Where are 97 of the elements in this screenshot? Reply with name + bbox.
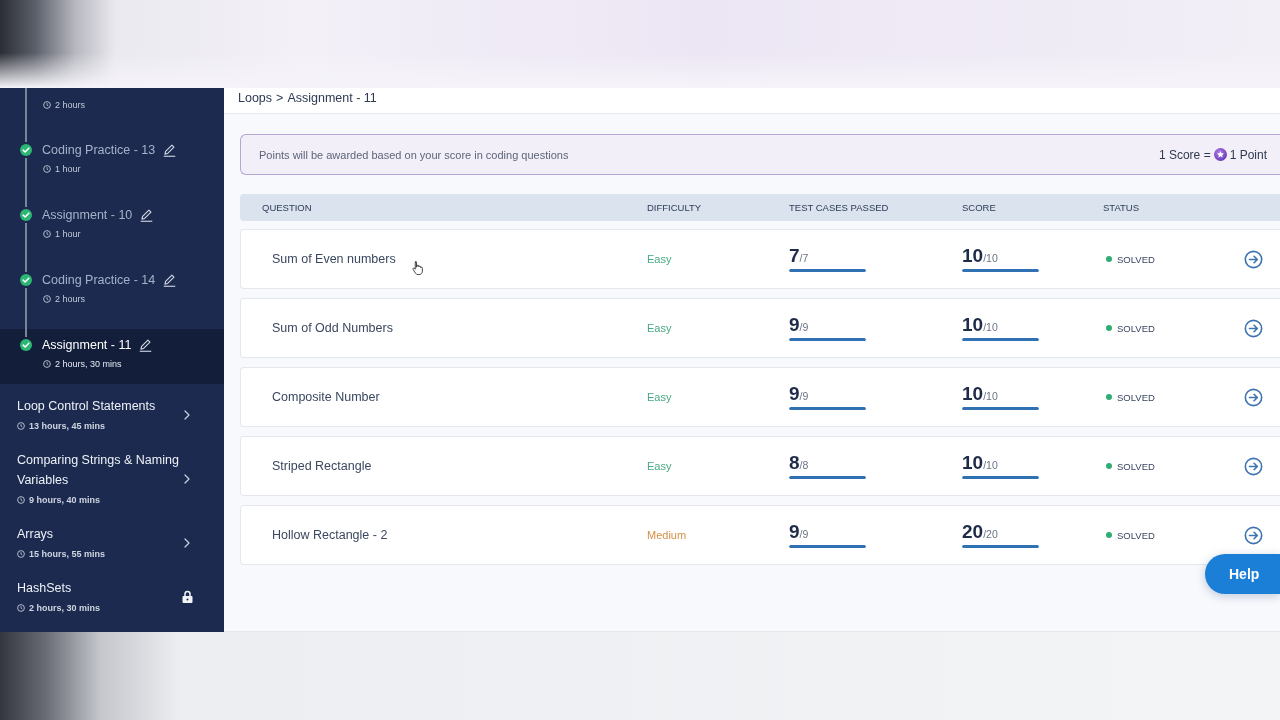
clock-icon [17, 604, 25, 612]
clock-icon [43, 360, 51, 368]
pencil-icon[interactable] [140, 208, 154, 222]
tests-passed-value: 9 [789, 384, 800, 404]
section-duration: 9 hours, 40 mins [29, 494, 101, 507]
status-dot-icon [1106, 256, 1112, 262]
status-dot-icon [1106, 325, 1112, 331]
question-title: Striped Rectangle [272, 459, 372, 473]
score-max-value: /10 [983, 321, 998, 335]
tests-passed-value: 9 [789, 315, 800, 335]
column-header: SCORE [962, 202, 996, 213]
clock-icon [43, 295, 51, 303]
item-duration: 2 hours [55, 99, 86, 112]
score-max-value: /10 [983, 390, 998, 404]
arrow-right-circle-icon[interactable] [1244, 525, 1263, 545]
status-text: SOLVED [1117, 460, 1155, 472]
score-value: 10 [962, 246, 984, 266]
rate-text: 1 Score = [1158, 147, 1211, 162]
clock-icon [43, 101, 51, 109]
help-button[interactable]: Help [1205, 554, 1280, 594]
clock-icon [43, 165, 51, 173]
pencil-icon[interactable] [139, 338, 153, 352]
difficulty-label: Easy [647, 322, 672, 334]
status-text: SOLVED [1117, 253, 1155, 265]
column-header: DIFFICULTY [647, 202, 702, 213]
section-title[interactable]: Loop Control Statements [17, 396, 182, 416]
arrow-right-circle-icon[interactable] [1244, 318, 1263, 338]
sidebar-item[interactable]: Coding Practice - 14 [42, 272, 156, 288]
clock-icon [43, 230, 51, 238]
status-dot-icon [1106, 532, 1112, 538]
column-header: QUESTION [262, 202, 312, 213]
question-row[interactable]: Striped Rectangle Easy 8/8 10/10 SOLVED [240, 436, 1280, 496]
clock-icon [17, 422, 25, 430]
item-duration: 1 hour [55, 228, 81, 241]
rate-text: 1 Point [1229, 147, 1267, 162]
score-value: 20 [962, 522, 984, 542]
pencil-icon[interactable] [163, 273, 177, 287]
chevron-right-icon[interactable] [184, 473, 191, 484]
question-title: Composite Number [272, 390, 380, 404]
tests-total-value: /9 [799, 528, 809, 542]
status-text: SOLVED [1117, 322, 1155, 334]
breadcrumb-current: Assignment - 11 [287, 90, 377, 106]
breadcrumb-separator: > [276, 90, 284, 106]
clock-icon [17, 550, 25, 558]
tests-total-value: /9 [799, 390, 809, 404]
banner-message: Points will be awarded based on your score in coding questions [259, 148, 569, 161]
tests-total-value: /8 [799, 459, 809, 473]
breadcrumb-link[interactable]: Loops [238, 90, 273, 106]
question-title: Hollow Rectangle - 2 [272, 528, 388, 542]
difficulty-label: Easy [647, 253, 672, 265]
question-row[interactable]: Hollow Rectangle - 2 Medium 9/9 20/20 SOLVED [240, 505, 1280, 565]
question-title: Sum of Even numbers [272, 252, 396, 266]
arrow-right-circle-icon[interactable] [1244, 456, 1263, 476]
pencil-icon[interactable] [163, 143, 177, 157]
question-row[interactable]: Composite Number Easy 9/9 10/10 SOLVED [240, 367, 1280, 427]
question-row[interactable]: Sum of Odd Numbers Easy 9/9 10/10 SOLVED [240, 298, 1280, 358]
section-title[interactable]: Arrays [17, 524, 182, 544]
coin-icon [1213, 148, 1227, 161]
question-title: Sum of Odd Numbers [272, 321, 393, 335]
section-title[interactable]: HashSets [17, 578, 182, 598]
difficulty-label: Easy [647, 460, 672, 472]
item-duration: 1 hour [55, 163, 81, 176]
sidebar-item[interactable]: Assignment - 10 [42, 207, 133, 223]
column-header: TEST CASES PASSED [789, 202, 889, 213]
section-duration: 2 hours, 30 mins [29, 602, 101, 615]
tests-passed-value: 9 [789, 522, 800, 542]
score-value: 10 [962, 453, 984, 473]
question-row[interactable]: Sum of Even numbers Easy 7/7 10/10 SOLVED [240, 229, 1280, 289]
hand-cursor-icon [412, 260, 424, 276]
status-dot-icon [1106, 463, 1112, 469]
section-duration: 15 hours, 55 mins [29, 548, 106, 561]
sidebar-item[interactable]: Coding Practice - 13 [42, 142, 156, 158]
section-title[interactable]: Comparing Strings & Naming Variables [17, 450, 182, 490]
item-duration: 2 hours, 30 mins [55, 358, 122, 371]
chevron-right-icon[interactable] [184, 537, 191, 548]
score-value: 10 [962, 384, 984, 404]
tests-total-value: /7 [799, 252, 809, 266]
difficulty-label: Easy [647, 391, 672, 403]
status-text: SOLVED [1117, 391, 1155, 403]
score-value: 10 [962, 315, 984, 335]
arrow-right-circle-icon[interactable] [1244, 249, 1263, 269]
tests-passed-value: 7 [789, 246, 800, 266]
tests-passed-value: 8 [789, 453, 800, 473]
status-dot-icon [1106, 394, 1112, 400]
section-duration: 13 hours, 45 mins [29, 420, 106, 433]
tests-total-value: /9 [799, 321, 809, 335]
score-max-value: /10 [983, 459, 998, 473]
column-header: STATUS [1103, 202, 1140, 213]
score-max-value: /10 [983, 252, 998, 266]
sidebar-item[interactable]: Assignment - 11 [42, 337, 132, 353]
score-max-value: /20 [983, 528, 998, 542]
status-text: SOLVED [1117, 529, 1155, 541]
item-duration: 2 hours [55, 293, 86, 306]
difficulty-label: Medium [647, 529, 687, 541]
arrow-right-circle-icon[interactable] [1244, 387, 1263, 407]
clock-icon [17, 496, 25, 504]
chevron-right-icon[interactable] [184, 409, 191, 420]
